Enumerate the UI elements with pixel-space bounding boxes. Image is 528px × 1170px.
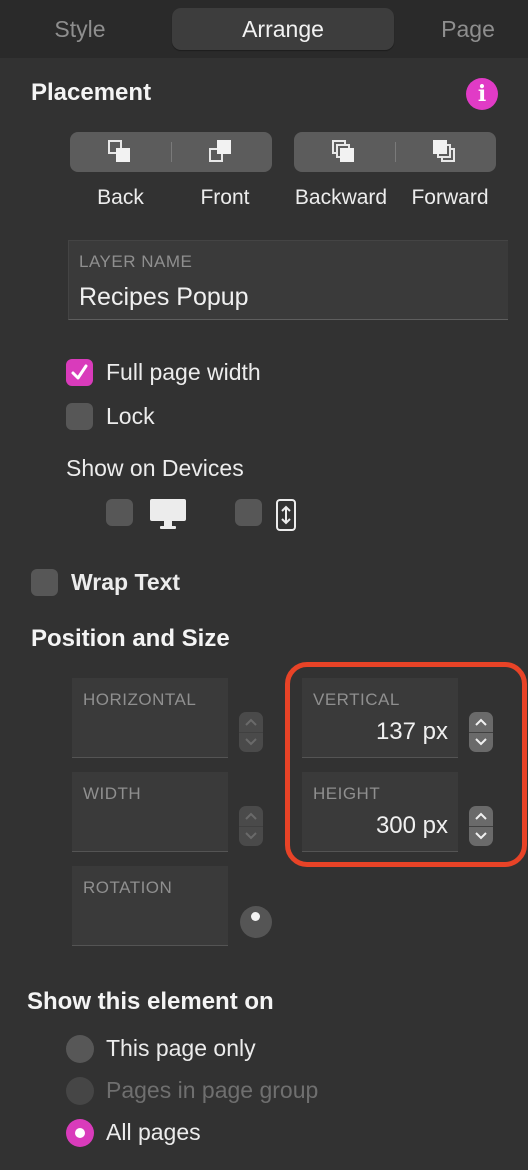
chevron-down-icon xyxy=(245,738,257,746)
width-field[interactable]: WIDTH xyxy=(72,772,228,852)
rotation-knob-icon[interactable] xyxy=(240,906,272,938)
bring-to-front-icon xyxy=(209,140,233,164)
horizontal-field[interactable]: HORIZONTAL xyxy=(72,678,228,758)
info-icon[interactable]: i xyxy=(466,78,498,110)
desktop-icon xyxy=(150,499,186,529)
radio-pages-in-page-group xyxy=(66,1077,94,1105)
width-decrement[interactable] xyxy=(239,826,263,846)
tab-page[interactable]: Page xyxy=(408,8,528,50)
show-element-on-title: Show this element on xyxy=(27,988,274,1015)
send-to-back-icon xyxy=(108,140,132,164)
lock-label: Lock xyxy=(106,403,155,429)
lock-checkbox[interactable] xyxy=(66,403,93,430)
front-button[interactable] xyxy=(171,132,272,172)
radio-all-pages[interactable] xyxy=(66,1119,94,1147)
send-backward-icon xyxy=(332,140,356,164)
forward-button[interactable] xyxy=(395,132,496,172)
tab-style[interactable]: Style xyxy=(10,8,150,50)
layer-name-field[interactable]: LAYER NAME Recipes Popup xyxy=(68,240,508,320)
width-stepper[interactable] xyxy=(239,806,263,846)
horizontal-stepper[interactable] xyxy=(239,712,263,752)
horizontal-increment[interactable] xyxy=(239,712,263,732)
wrap-text-checkbox[interactable] xyxy=(31,569,58,596)
horizontal-caption: HORIZONTAL xyxy=(83,690,197,709)
all-pages-label: All pages xyxy=(106,1119,201,1145)
chevron-down-icon xyxy=(245,832,257,840)
front-label: Front xyxy=(200,186,250,209)
show-on-devices-title: Show on Devices xyxy=(66,455,244,481)
layer-name-caption: LAYER NAME xyxy=(79,252,193,271)
tab-arrange[interactable]: Arrange xyxy=(172,8,394,50)
width-increment[interactable] xyxy=(239,806,263,826)
radio-this-page-only[interactable] xyxy=(66,1035,94,1063)
wrap-text-label: Wrap Text xyxy=(71,569,181,595)
highlight-annotation xyxy=(285,662,527,867)
horizontal-decrement[interactable] xyxy=(239,732,263,752)
rotation-field[interactable]: ROTATION xyxy=(72,866,228,946)
width-caption: WIDTH xyxy=(83,784,142,803)
chevron-up-icon xyxy=(245,812,257,820)
desktop-checkbox[interactable] xyxy=(106,499,133,526)
chevron-up-icon xyxy=(245,718,257,726)
tab-bar: Style Arrange Page xyxy=(0,0,528,58)
placement-title: Placement xyxy=(31,79,152,106)
rotation-caption: ROTATION xyxy=(83,878,173,897)
mobile-checkbox[interactable] xyxy=(235,499,262,526)
back-label: Back xyxy=(97,186,144,209)
backward-button[interactable] xyxy=(294,132,395,172)
forward-label: Forward xyxy=(411,186,489,209)
this-page-only-label: This page only xyxy=(106,1035,256,1061)
back-button[interactable] xyxy=(70,132,171,172)
layer-name-value: Recipes Popup xyxy=(79,283,249,311)
checkmark-icon xyxy=(71,364,88,380)
back-front-segment xyxy=(70,132,272,172)
mobile-icon xyxy=(276,499,296,531)
backward-label: Backward xyxy=(294,186,388,209)
pages-in-page-group-label: Pages in page group xyxy=(106,1077,319,1103)
backward-forward-segment xyxy=(294,132,496,172)
full-page-width-label: Full page width xyxy=(106,359,261,385)
bring-forward-icon xyxy=(433,140,457,164)
full-page-width-checkbox[interactable] xyxy=(66,359,93,386)
position-size-title: Position and Size xyxy=(31,625,230,652)
